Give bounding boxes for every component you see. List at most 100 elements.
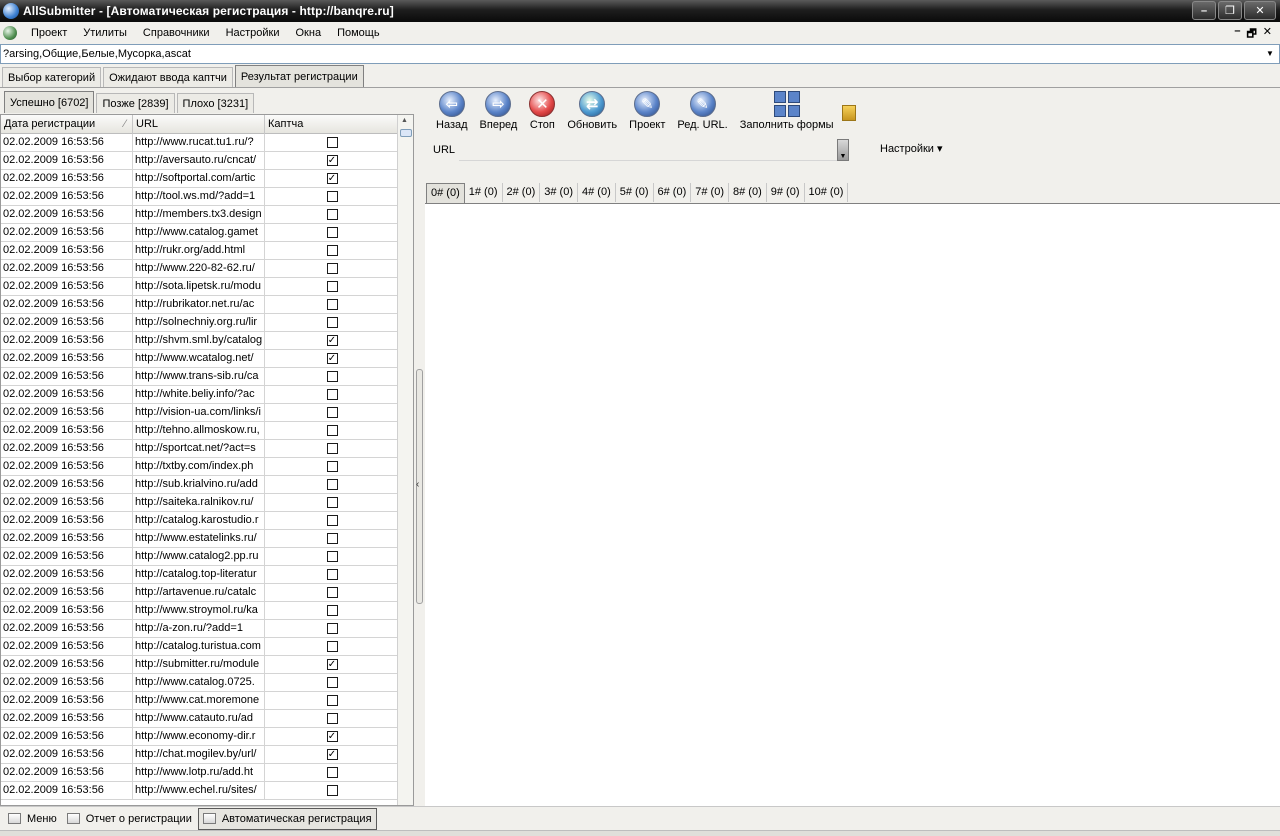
table-row[interactable]: 02.02.2009 16:53:56 http://txtby.com/inde… [1, 458, 398, 476]
table-row[interactable]: 02.02.2009 16:53:56 http://members.tx3.de… [1, 206, 398, 224]
table-row[interactable]: 02.02.2009 16:53:56 http://www.stroymol.r… [1, 602, 398, 620]
column-header-url[interactable]: URL [133, 115, 265, 134]
table-row[interactable]: 02.02.2009 16:53:56 http://catalog.turist… [1, 638, 398, 656]
column-header-date[interactable]: Дата регистрации ⁄ [1, 115, 133, 134]
web-page-view[interactable] [425, 203, 1280, 806]
page-tab-3[interactable]: 3# (0) [540, 183, 578, 202]
table-row[interactable]: 02.02.2009 16:53:56 http://vision-ua.com/… [1, 404, 398, 422]
table-row[interactable]: 02.02.2009 16:53:56 http://www.economy-di… [1, 728, 398, 746]
tab-awaiting-captcha[interactable]: Ожидают ввода каптчи [103, 67, 233, 87]
table-row[interactable]: 02.02.2009 16:53:56 http://tehno.allmosko… [1, 422, 398, 440]
table-row[interactable]: 02.02.2009 16:53:56 http://artavenue.ru/c… [1, 584, 398, 602]
table-row[interactable]: 02.02.2009 16:53:56 http://aversauto.ru/c… [1, 152, 398, 170]
captcha-checkbox[interactable]: ✓ [326, 335, 338, 346]
column-header-captcha[interactable]: Каптча [265, 115, 398, 134]
table-row[interactable]: 02.02.2009 16:53:56 http://rukr.org/add.h… [1, 242, 398, 260]
page-tab-0[interactable]: 0# (0) [426, 183, 465, 204]
captcha-checkbox[interactable] [326, 209, 338, 220]
project-combo[interactable]: ?arsing,Общие,Белые,Мусорка,ascat ▼ [0, 44, 1280, 64]
page-tab-4[interactable]: 4# (0) [578, 183, 616, 202]
tab-category-selection[interactable]: Выбор категорий [2, 67, 102, 87]
captcha-checkbox[interactable] [326, 281, 338, 292]
table-row[interactable]: 02.02.2009 16:53:56 http://rubrikator.net… [1, 296, 398, 314]
scroll-up-icon[interactable]: ▲ [401, 117, 408, 124]
tab-registration-result[interactable]: Результат регистрации [234, 65, 364, 87]
table-row[interactable]: 02.02.2009 16:53:56 http://chat.mogilev.b… [1, 746, 398, 764]
captcha-checkbox[interactable]: ✓ [326, 659, 338, 670]
table-row[interactable]: 02.02.2009 16:53:56 http://www.catalog2.p… [1, 548, 398, 566]
captcha-checkbox[interactable] [326, 587, 338, 598]
captcha-checkbox[interactable]: ✓ [326, 155, 338, 166]
table-row[interactable]: 02.02.2009 16:53:56 http://solnechniy.org… [1, 314, 398, 332]
table-row[interactable]: 02.02.2009 16:53:56 http://www.catauto.ru… [1, 710, 398, 728]
captcha-checkbox[interactable] [326, 461, 338, 472]
menu-help[interactable]: Помощь [329, 22, 388, 44]
captcha-checkbox[interactable] [326, 533, 338, 544]
captcha-checkbox[interactable] [326, 191, 338, 202]
mdi-restore-button[interactable]: 🗗 [1246, 25, 1256, 44]
table-row[interactable]: 02.02.2009 16:53:56 http://www.estatelink… [1, 530, 398, 548]
tab-success[interactable]: Успешно [6702] [4, 91, 95, 113]
task-registration-report[interactable]: Отчет о регистрации [63, 808, 196, 830]
fill-forms-button[interactable]: Заполнить формы [734, 91, 840, 135]
captcha-checkbox[interactable] [326, 605, 338, 616]
captcha-checkbox[interactable] [326, 497, 338, 508]
table-row[interactable]: 02.02.2009 16:53:56 http://www.trans-sib.… [1, 368, 398, 386]
captcha-checkbox[interactable]: ✓ [326, 173, 338, 184]
table-row[interactable]: 02.02.2009 16:53:56 http://www.lotp.ru/ad… [1, 764, 398, 782]
panel-splitter[interactable]: ‹ [415, 89, 425, 806]
scrollbar-thumb[interactable] [400, 129, 412, 137]
task-auto-registration[interactable]: Автоматическая регистрация [197, 807, 377, 830]
minimize-button[interactable]: – [1192, 1, 1216, 20]
table-row[interactable]: 02.02.2009 16:53:56 http://www.catalog.07… [1, 674, 398, 692]
tab-later[interactable]: Позже [2839] [96, 93, 175, 113]
table-row[interactable]: 02.02.2009 16:53:56 http://www.echel.ru/s… [1, 782, 398, 800]
table-row[interactable]: 02.02.2009 16:53:56 http://sub.krialvino.… [1, 476, 398, 494]
chevron-down-icon[interactable]: ▼ [1263, 46, 1277, 62]
captcha-checkbox[interactable]: ✓ [326, 749, 338, 760]
captcha-checkbox[interactable]: ✓ [326, 731, 338, 742]
table-row[interactable]: 02.02.2009 16:53:56 http://softportal.com… [1, 170, 398, 188]
captcha-checkbox[interactable] [326, 713, 338, 724]
captcha-checkbox[interactable] [326, 407, 338, 418]
table-row[interactable]: 02.02.2009 16:53:56 http://sota.lipetsk.r… [1, 278, 398, 296]
table-row[interactable]: 02.02.2009 16:53:56 http://submitter.ru/m… [1, 656, 398, 674]
captcha-checkbox[interactable] [326, 263, 338, 274]
url-input[interactable] [459, 139, 837, 161]
table-row[interactable]: 02.02.2009 16:53:56 http://tool.ws.md/?ad… [1, 188, 398, 206]
tab-bad[interactable]: Плохо [3231] [176, 93, 255, 113]
page-tab-8[interactable]: 8# (0) [729, 183, 767, 202]
folder-icon[interactable] [841, 105, 856, 121]
table-row[interactable]: 02.02.2009 16:53:56 http://white.beliy.in… [1, 386, 398, 404]
refresh-button[interactable]: ⇄ Обновить [561, 91, 623, 135]
back-button[interactable]: ⇦ Назад [430, 91, 474, 135]
captcha-checkbox[interactable] [326, 623, 338, 634]
menu-references[interactable]: Справочники [135, 22, 218, 44]
mdi-minimize-button[interactable]: – [1234, 25, 1240, 44]
stop-button[interactable]: ✕ Стоп [523, 91, 561, 135]
captcha-checkbox[interactable] [326, 425, 338, 436]
captcha-checkbox[interactable] [326, 479, 338, 490]
captcha-checkbox[interactable] [326, 515, 338, 526]
settings-dropdown-button[interactable]: Настройки ▾ [880, 142, 943, 155]
table-row[interactable]: 02.02.2009 16:53:56 http://www.rucat.tu1.… [1, 134, 398, 152]
table-row[interactable]: 02.02.2009 16:53:56 http://saiteka.ralnik… [1, 494, 398, 512]
page-tab-10[interactable]: 10# (0) [805, 183, 849, 202]
forward-button[interactable]: ⇨ Вперед [474, 91, 524, 135]
page-tab-7[interactable]: 7# (0) [691, 183, 729, 202]
captcha-checkbox[interactable] [326, 641, 338, 652]
grid-scrollbar[interactable]: ▲ [397, 115, 413, 805]
page-tab-2[interactable]: 2# (0) [503, 183, 541, 202]
captcha-checkbox[interactable] [326, 443, 338, 454]
table-row[interactable]: 02.02.2009 16:53:56 http://sportcat.net/?… [1, 440, 398, 458]
captcha-checkbox[interactable] [326, 389, 338, 400]
captcha-checkbox[interactable] [326, 299, 338, 310]
table-row[interactable]: 02.02.2009 16:53:56 http://www.220-82-62.… [1, 260, 398, 278]
table-row[interactable]: 02.02.2009 16:53:56 http://www.catalog.ga… [1, 224, 398, 242]
mdi-child-icon[interactable] [3, 26, 17, 40]
captcha-checkbox[interactable] [326, 677, 338, 688]
mdi-close-button[interactable]: ✕ [1263, 25, 1272, 44]
table-row[interactable]: 02.02.2009 16:53:56 http://shvm.sml.by/ca… [1, 332, 398, 350]
page-tab-9[interactable]: 9# (0) [767, 183, 805, 202]
menu-settings[interactable]: Настройки [218, 22, 288, 44]
